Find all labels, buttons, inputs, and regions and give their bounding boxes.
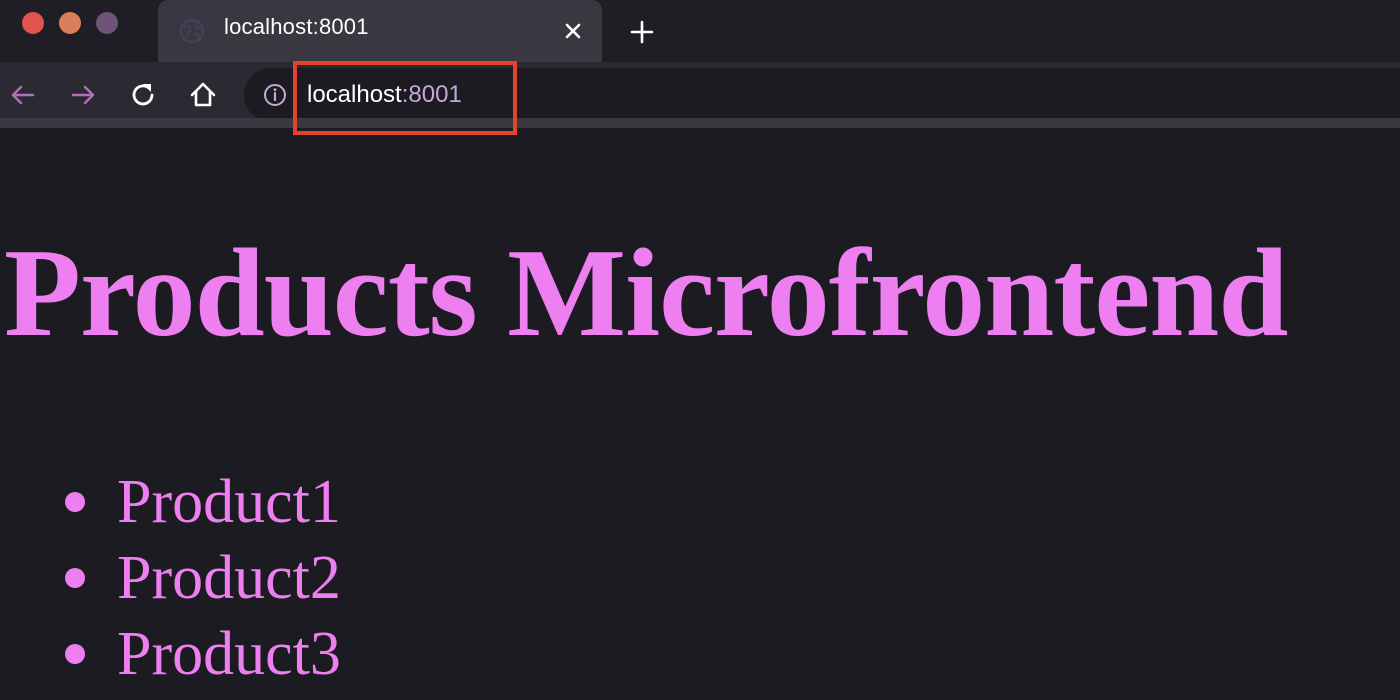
browser-window: localhost:8001 localhost:8001 Products M… — [0, 0, 1400, 700]
url-highlight-box — [293, 61, 517, 135]
page-heading: Products Microfrontend — [4, 224, 1288, 363]
reload-icon[interactable] — [126, 78, 160, 112]
tab-localhost[interactable]: localhost:8001 — [158, 0, 602, 62]
window-minimize-button[interactable] — [59, 12, 81, 34]
product-label: Product1 — [117, 468, 341, 536]
close-icon[interactable] — [558, 16, 588, 46]
tab-strip: localhost:8001 — [0, 0, 1400, 62]
product-list: Product1 Product2 Product3 — [0, 464, 341, 692]
bullet-icon — [65, 644, 85, 664]
forward-arrow-icon[interactable] — [66, 78, 100, 112]
window-close-button[interactable] — [22, 12, 44, 34]
back-arrow-icon[interactable] — [6, 78, 40, 112]
plus-icon[interactable] — [626, 16, 658, 48]
list-item: Product1 — [0, 464, 341, 540]
home-icon[interactable] — [186, 78, 220, 112]
list-item: Product2 — [0, 540, 341, 616]
window-maximize-button[interactable] — [96, 12, 118, 34]
bullet-icon — [65, 568, 85, 588]
page-content: Products Microfrontend Product1 Product2… — [0, 128, 1400, 700]
globe-icon — [179, 18, 205, 44]
toolbar-separator — [0, 118, 1400, 128]
product-label: Product3 — [117, 620, 341, 688]
tab-title: localhost:8001 — [224, 14, 369, 39]
list-item: Product3 — [0, 616, 341, 692]
info-icon[interactable] — [262, 82, 288, 108]
product-label: Product2 — [117, 544, 341, 612]
bullet-icon — [65, 492, 85, 512]
